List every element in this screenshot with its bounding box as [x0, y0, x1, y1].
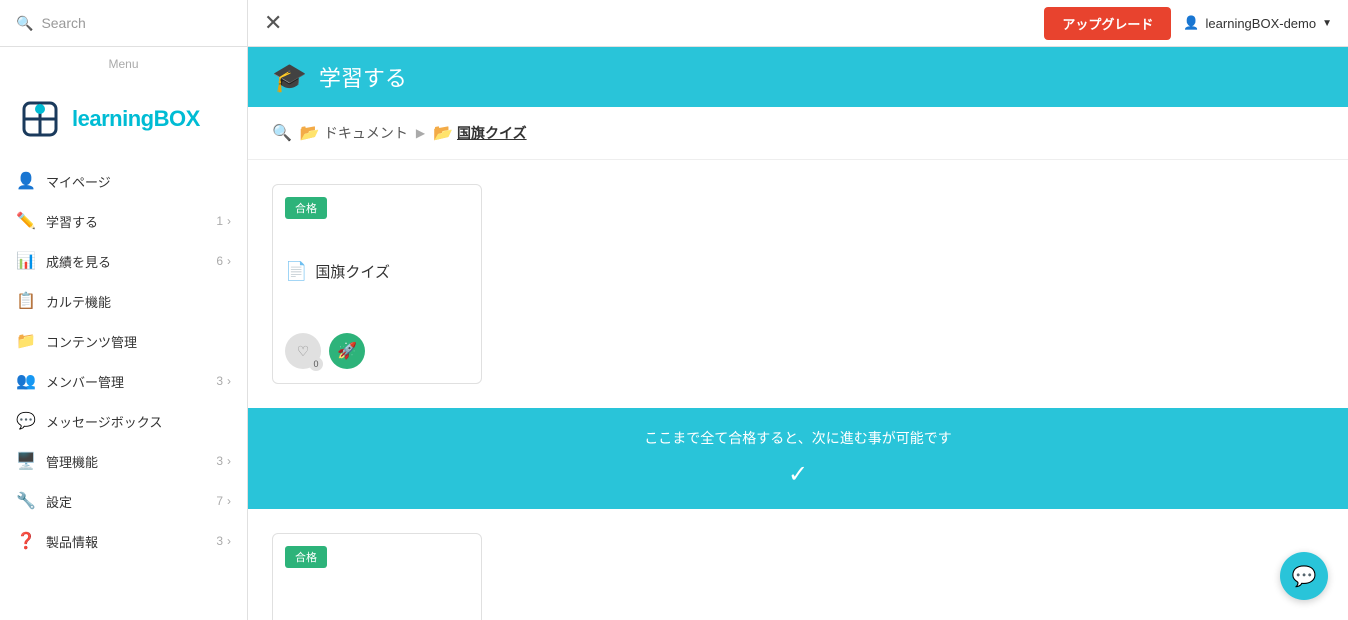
- sidebar-item-label: マイページ: [46, 172, 231, 191]
- clipboard-icon: 📋: [16, 291, 36, 311]
- chevron-right-icon: ›: [227, 454, 231, 468]
- main-content: ✕ アップグレード 👤 learningBOX-demo ▼ 🎓 学習する 🔍 …: [248, 0, 1348, 620]
- chevron-right-icon: ›: [227, 494, 231, 508]
- folder-open-icon: 📂: [433, 123, 453, 143]
- pass-badge: 合格: [285, 197, 327, 219]
- sidebar-item-product[interactable]: ❓ 製品情報 3 ›: [0, 521, 247, 561]
- question-icon: ❓: [16, 531, 36, 551]
- search-icon: 🔍: [272, 123, 292, 143]
- user-icon: 👤: [1183, 15, 1199, 31]
- heart-count: 0: [309, 357, 323, 371]
- topbar-right: アップグレード 👤 learningBOX-demo ▼: [1044, 7, 1332, 40]
- heart-button[interactable]: ♡ 0: [285, 333, 321, 369]
- search-label: Search: [41, 15, 85, 31]
- cards-area: 合格 📄 国旗クイズ ♡ 0 🚀: [248, 160, 1348, 408]
- graduation-cap-icon: 🎓: [272, 61, 307, 94]
- upgrade-button[interactable]: アップグレード: [1044, 7, 1171, 40]
- card-title-text: 国旗クイズ: [315, 261, 390, 282]
- breadcrumb-folder1[interactable]: 📂 ドキュメント: [300, 123, 408, 143]
- sidebar-item-label: 成績を見る: [46, 252, 207, 271]
- sidebar-item-karte[interactable]: 📋 カルテ機能: [0, 281, 247, 321]
- logo-text-dark: learning: [72, 106, 154, 131]
- user-name: learningBOX-demo: [1206, 16, 1317, 31]
- sidebar-item-label: メッセージボックス: [46, 412, 231, 431]
- sidebar-item-mypage[interactable]: 👤 マイページ: [0, 161, 247, 201]
- close-button[interactable]: ✕: [264, 12, 282, 34]
- nav-badge: 7: [207, 494, 223, 508]
- user-menu[interactable]: 👤 learningBOX-demo ▼: [1183, 15, 1332, 31]
- play-button[interactable]: 🚀: [329, 333, 365, 369]
- nav-badge: 3: [207, 534, 223, 548]
- logo: learningBOX: [0, 77, 247, 161]
- nav-badge: 1: [207, 214, 223, 228]
- search-icon: 🔍: [16, 15, 33, 32]
- chevron-right-icon: ›: [227, 214, 231, 228]
- sidebar-item-label: カルテ機能: [46, 292, 231, 311]
- content-card: 合格 📄 国旗クイズ ♡ 0 🚀: [272, 184, 482, 384]
- group-icon: 👥: [16, 371, 36, 391]
- sidebar-item-messages[interactable]: 💬 メッセージボックス: [0, 401, 247, 441]
- breadcrumb: 🔍 📂 ドキュメント ▶ 📂 国旗クイズ: [248, 107, 1348, 160]
- page-title: 学習する: [319, 61, 407, 93]
- sidebar-search[interactable]: 🔍 Search: [0, 0, 247, 47]
- content-area: 🔍 📂 ドキュメント ▶ 📂 国旗クイズ 合格 📄 国旗クイズ: [248, 107, 1348, 620]
- pass-badge: 合格: [285, 546, 327, 568]
- breadcrumb-current[interactable]: 📂 国旗クイズ: [433, 123, 527, 143]
- nav-badge: 3: [207, 454, 223, 468]
- sidebar-item-label: 管理機能: [46, 452, 207, 471]
- pencil-icon: ✏️: [16, 211, 36, 231]
- chevron-right-icon: ›: [227, 534, 231, 548]
- folder-open-icon: 📂: [300, 123, 320, 143]
- content-card-2: 合格: [272, 533, 482, 620]
- sidebar-item-label: 製品情報: [46, 532, 207, 551]
- chevron-down-icon: ▼: [1322, 18, 1332, 29]
- wrench-icon: 🔧: [16, 491, 36, 511]
- sidebar-item-admin[interactable]: 🖥️ 管理機能 3 ›: [0, 441, 247, 481]
- sidebar-item-members[interactable]: 👥 メンバー管理 3 ›: [0, 361, 247, 401]
- logo-text: learningBOX: [72, 106, 200, 132]
- chevron-right-icon: ›: [227, 374, 231, 388]
- sidebar-item-label: 学習する: [46, 212, 207, 231]
- chat-icon: 💬: [1292, 564, 1317, 589]
- nav-badge: 6: [207, 254, 223, 268]
- monitor-icon: 🖥️: [16, 451, 36, 471]
- page-header: 🎓 学習する: [248, 47, 1348, 107]
- breadcrumb-arrow: ▶: [416, 126, 425, 140]
- sidebar-item-label: 設定: [46, 492, 207, 511]
- sidebar-item-study[interactable]: ✏️ 学習する 1 ›: [0, 201, 247, 241]
- rocket-icon: 🚀: [337, 341, 357, 361]
- message-icon: 💬: [16, 411, 36, 431]
- logo-text-accent: BOX: [154, 106, 200, 131]
- nav-badge: 3: [207, 374, 223, 388]
- sidebar-nav: 👤 マイページ ✏️ 学習する 1 › 📊 成績を見る 6 › 📋 カルテ機能 …: [0, 161, 247, 620]
- progress-banner-text: ここまで全て合格すると、次に進む事が可能です: [644, 428, 951, 448]
- chevron-down-icon: ✓: [788, 460, 808, 489]
- card-footer: ♡ 0 🚀: [273, 323, 481, 383]
- sidebar-item-label: メンバー管理: [46, 372, 207, 391]
- topbar: ✕ アップグレード 👤 learningBOX-demo ▼: [248, 0, 1348, 47]
- document-icon: 📄: [285, 261, 307, 282]
- progress-banner: ここまで全て合格すると、次に進む事が可能です ✓: [248, 408, 1348, 509]
- menu-label: Menu: [0, 47, 247, 77]
- sidebar-item-contents[interactable]: 📁 コンテンツ管理: [0, 321, 247, 361]
- breadcrumb-folder1-label: ドキュメント: [324, 123, 408, 143]
- sidebar-item-results[interactable]: 📊 成績を見る 6 ›: [0, 241, 247, 281]
- chevron-right-icon: ›: [227, 254, 231, 268]
- card-title: 📄 国旗クイズ: [273, 219, 481, 323]
- folder-icon: 📁: [16, 331, 36, 351]
- sidebar: 🔍 Search Menu learningBOX 👤 マイページ ✏️ 学習す…: [0, 0, 248, 620]
- sidebar-item-label: コンテンツ管理: [46, 332, 231, 351]
- cards-area-2: 合格: [248, 509, 1348, 620]
- sidebar-item-settings[interactable]: 🔧 設定 7 ›: [0, 481, 247, 521]
- chat-button[interactable]: 💬: [1280, 552, 1328, 600]
- logo-icon: [16, 95, 64, 143]
- breadcrumb-current-label: 国旗クイズ: [457, 123, 527, 143]
- chart-icon: 📊: [16, 251, 36, 271]
- user-icon: 👤: [16, 171, 36, 191]
